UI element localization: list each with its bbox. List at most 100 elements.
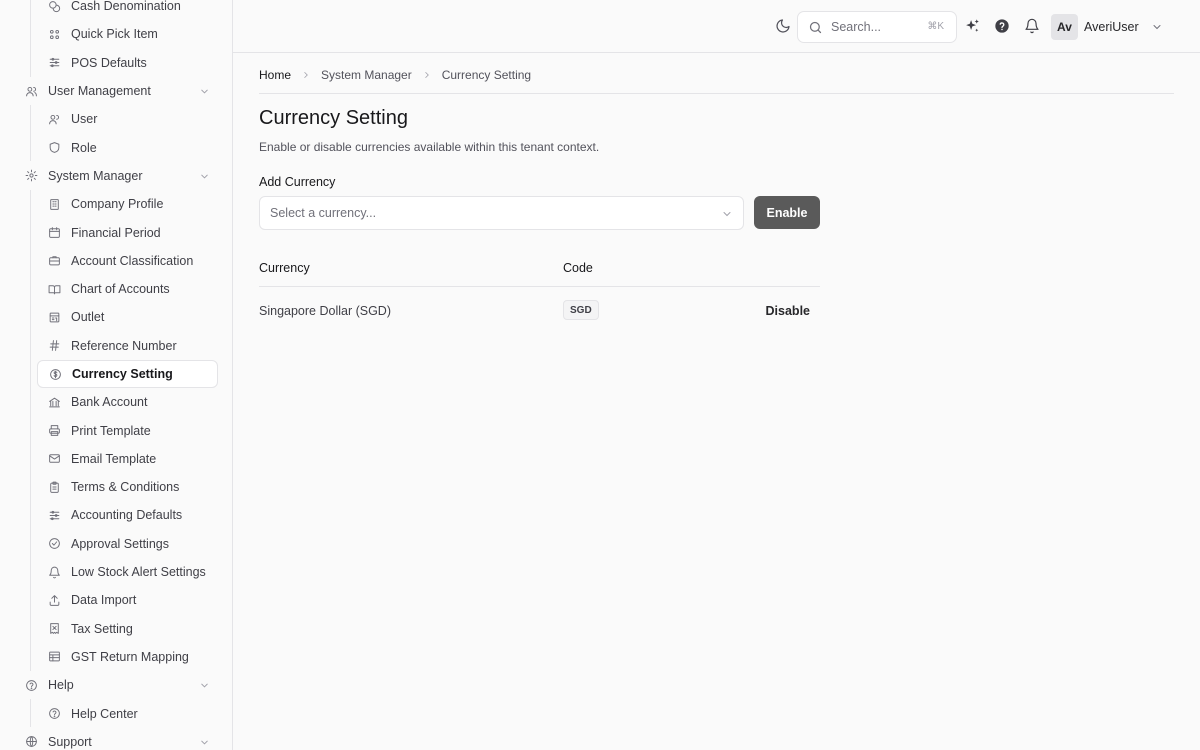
- table-row: Singapore Dollar (SGD) SGD Disable: [259, 298, 820, 322]
- sidebar-section-support[interactable]: Support: [0, 728, 232, 750]
- gear-icon: [24, 169, 38, 183]
- currency-select-placeholder: Select a currency...: [270, 206, 377, 220]
- sliders-icon: [47, 56, 61, 70]
- sidebar-item-label: Role: [71, 140, 97, 155]
- divider: [259, 93, 1174, 94]
- sidebar-item-cash-denomination[interactable]: Cash Denomination: [37, 0, 218, 20]
- breadcrumb-home[interactable]: Home: [259, 68, 291, 82]
- table-icon: [47, 650, 61, 664]
- sidebar-item-approval-settings[interactable]: Approval Settings: [37, 530, 218, 558]
- hash-icon: [47, 339, 61, 353]
- currency-code-badge: SGD: [563, 300, 599, 320]
- sidebar-item-label: Accounting Defaults: [71, 508, 183, 523]
- search-input[interactable]: [831, 20, 919, 34]
- chevron-down-icon[interactable]: [1151, 21, 1163, 33]
- sidebar-item-label: Currency Setting: [72, 367, 173, 381]
- page-title: Currency Setting: [259, 107, 408, 129]
- sidebar-item-label: Tax Setting: [71, 621, 133, 636]
- breadcrumb-current: Currency Setting: [441, 68, 532, 82]
- tree-guide-line: [30, 190, 31, 671]
- chevron-right-icon: [301, 70, 311, 80]
- breadcrumb-parent[interactable]: System Manager: [321, 68, 412, 82]
- moon-icon[interactable]: [775, 18, 791, 39]
- sidebar-item-print-template[interactable]: Print Template: [37, 416, 218, 444]
- search-box[interactable]: ⌘K: [797, 11, 957, 43]
- shield-icon: [47, 141, 61, 155]
- search-icon: [808, 20, 823, 35]
- coins-icon: [47, 0, 61, 13]
- enable-button[interactable]: Enable: [754, 196, 820, 229]
- chevron-down-icon[interactable]: [199, 737, 210, 750]
- sidebar-section-system-manager[interactable]: System Manager: [0, 162, 232, 190]
- currency-name: Singapore Dollar (SGD): [259, 304, 391, 318]
- sidebar-item-reference-number[interactable]: Reference Number: [37, 332, 218, 360]
- sparkles-icon[interactable]: [964, 18, 981, 35]
- chevron-down-icon: [721, 208, 733, 220]
- sidebar-item-bank-account[interactable]: Bank Account: [37, 388, 218, 416]
- currency-select[interactable]: Select a currency...: [259, 196, 744, 230]
- breadcrumb: Home System Manager Currency Setting: [259, 68, 531, 82]
- column-header-code: Code: [563, 261, 593, 275]
- sidebar-item-terms-and-conditions[interactable]: Terms & Conditions: [37, 473, 218, 501]
- sidebar-item-quick-pick-item[interactable]: Quick Pick Item: [37, 20, 218, 48]
- sidebar-item-label: Help Center: [71, 706, 138, 721]
- sidebar-item-label: Cash Denomination: [71, 0, 181, 14]
- sidebar-item-label: Quick Pick Item: [71, 27, 158, 42]
- avatar[interactable]: Av: [1051, 14, 1078, 40]
- sidebar-item-label: Help: [48, 678, 74, 693]
- column-header-currency: Currency: [259, 261, 310, 275]
- sidebar-item-company-profile[interactable]: Company Profile: [37, 190, 218, 218]
- username[interactable]: AveriUser: [1084, 20, 1139, 34]
- tree-guide-line: [30, 105, 31, 161]
- table-divider: [259, 286, 820, 287]
- sidebar-item-label: System Manager: [48, 168, 143, 183]
- sidebar-item-low-stock-alert-settings[interactable]: Low Stock Alert Settings: [37, 558, 218, 586]
- chevron-down-icon[interactable]: [199, 680, 210, 694]
- tree-guide-line: [30, 699, 31, 727]
- currency-icon: [48, 367, 62, 381]
- sidebar-item-chart-of-accounts[interactable]: Chart of Accounts: [37, 275, 218, 303]
- sidebar-item-label: Bank Account: [71, 395, 148, 410]
- sidebar-item-user[interactable]: User: [37, 105, 218, 133]
- sidebar-item-pos-defaults[interactable]: POS Defaults: [37, 49, 218, 77]
- bell-icon[interactable]: [1024, 18, 1040, 34]
- sidebar-section-user-management[interactable]: User Management: [0, 77, 232, 105]
- sidebar-item-label: Print Template: [71, 423, 151, 438]
- sidebar-item-tax-setting[interactable]: Tax Setting: [37, 615, 218, 643]
- sidebar-item-gst-return-mapping[interactable]: GST Return Mapping: [37, 643, 218, 671]
- tree-guide-line: [30, 0, 31, 77]
- sidebar-section-help[interactable]: Help: [0, 671, 232, 699]
- bank-icon: [47, 395, 61, 409]
- sidebar-item-role[interactable]: Role: [37, 133, 218, 161]
- globe-icon: [24, 735, 38, 749]
- sidebar-item-accounting-defaults[interactable]: Accounting Defaults: [37, 501, 218, 529]
- sidebar-item-account-classification[interactable]: Account Classification: [37, 247, 218, 275]
- sidebar-item-outlet[interactable]: Outlet: [37, 303, 218, 331]
- receipt-icon: [47, 622, 61, 636]
- sidebar-item-email-template[interactable]: Email Template: [37, 445, 218, 473]
- topbar: ⌘K Av AveriUser: [233, 0, 1200, 53]
- add-currency-label: Add Currency: [259, 175, 336, 189]
- sidebar-item-label: Terms & Conditions: [71, 480, 180, 495]
- mail-icon: [47, 452, 61, 466]
- building-icon: [47, 197, 61, 211]
- sidebar-item-label: Reference Number: [71, 338, 177, 353]
- sidebar-item-label: POS Defaults: [71, 55, 147, 70]
- sidebar-item-label: Email Template: [71, 451, 157, 466]
- help-icon[interactable]: [994, 18, 1010, 34]
- sidebar-item-label: Account Classification: [71, 253, 194, 268]
- calendar-icon: [47, 226, 61, 240]
- disable-button[interactable]: Disable: [766, 304, 810, 318]
- sidebar-item-data-import[interactable]: Data Import: [37, 586, 218, 614]
- chevron-down-icon[interactable]: [199, 171, 210, 185]
- chevron-right-icon: [422, 70, 432, 80]
- printer-icon: [47, 424, 61, 438]
- sidebar-item-label: Financial Period: [71, 225, 161, 240]
- sidebar-item-currency-setting[interactable]: Currency Setting: [37, 359, 218, 389]
- sidebar-item-help-center[interactable]: Help Center: [37, 699, 218, 727]
- user-icon: [47, 112, 61, 126]
- chevron-down-icon[interactable]: [199, 86, 210, 100]
- bell-icon: [47, 565, 61, 579]
- sidebar-item-financial-period[interactable]: Financial Period: [37, 218, 218, 246]
- sidebar-nav: Cash Denomination Quick Pick Item POS Defa…: [0, 0, 232, 750]
